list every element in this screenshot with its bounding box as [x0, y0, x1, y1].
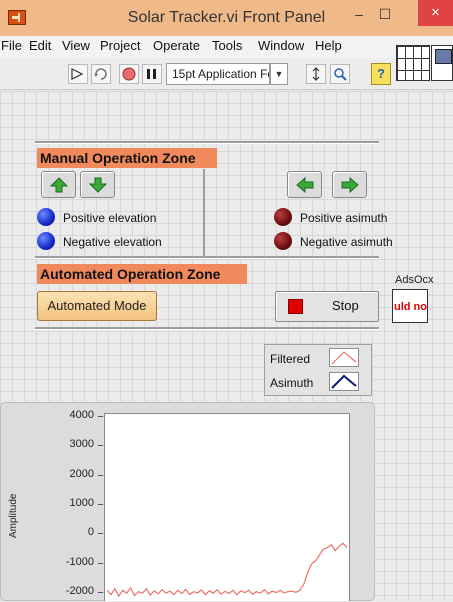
help-icon[interactable]: ?: [371, 63, 391, 85]
connector-pane-icon[interactable]: [396, 45, 430, 81]
stop-button[interactable]: Stop: [275, 291, 379, 322]
y-tick-mark: [98, 533, 103, 535]
positive-elevation-led: [37, 208, 55, 226]
legend-filtered-label: Filtered: [270, 352, 311, 366]
pause-icon[interactable]: [142, 64, 162, 84]
positive-asimuth-label: Positive asimuth: [300, 211, 388, 225]
menu-help[interactable]: Help: [315, 38, 342, 53]
zone-vertical-divider: [203, 169, 205, 257]
azimuth-left-button[interactable]: [287, 171, 322, 198]
menu-window[interactable]: Window: [258, 38, 304, 53]
negative-elevation-led: [37, 232, 55, 250]
divider-top: [35, 141, 379, 144]
series-line-filtered: [106, 542, 348, 598]
legend-asimuth-label: Asimuth: [270, 376, 314, 390]
automated-zone-title: Automated Operation Zone: [37, 264, 247, 284]
y-tick-mark: [98, 504, 103, 506]
text-settings-icon[interactable]: [306, 64, 326, 84]
y-tick-label: 1000: [69, 497, 94, 510]
negative-elevation-label: Negative elevation: [63, 235, 162, 249]
y-tick-mark: [98, 415, 103, 417]
y-tick-label: 2000: [69, 467, 94, 480]
divider-bottom: [35, 327, 379, 330]
y-tick-mark: [98, 592, 103, 594]
adsocx-control[interactable]: uld not: [392, 289, 428, 323]
y-tick-label: -2000: [65, 585, 94, 598]
elevation-down-button[interactable]: [80, 171, 115, 198]
down-arrow-icon: [89, 177, 107, 193]
minimize-button[interactable]: –: [346, 3, 372, 25]
manual-zone-title: Manual Operation Zone: [37, 148, 217, 168]
y-tick-mark: [98, 445, 103, 447]
menu-project[interactable]: Project: [100, 38, 140, 53]
stop-indicator: [288, 299, 303, 314]
menu-tools[interactable]: Tools: [212, 38, 242, 53]
negative-asimuth-label: Negative asimuth: [300, 235, 393, 249]
plot-area[interactable]: [104, 413, 350, 601]
run-arrow-icon[interactable]: [68, 64, 88, 84]
automated-mode-button[interactable]: Automated Mode: [37, 291, 157, 321]
elevation-up-button[interactable]: [41, 171, 76, 198]
left-arrow-icon: [296, 177, 314, 193]
close-button[interactable]: ×: [418, 0, 453, 26]
y-axis-label: Amplitude: [8, 493, 19, 538]
legend-asimuth-swatch[interactable]: [329, 372, 359, 391]
y-tick-mark: [98, 562, 103, 564]
maximize-button[interactable]: ☐: [372, 3, 398, 25]
run-continuously-icon[interactable]: [91, 64, 111, 84]
adsocx-error-text: uld not: [394, 301, 428, 313]
menu-file[interactable]: File: [1, 38, 22, 53]
menu-edit[interactable]: Edit: [29, 38, 51, 53]
vi-icon[interactable]: [431, 45, 453, 81]
adsocx-label: AdsOcx: [395, 274, 434, 286]
chevron-down-icon[interactable]: ▼: [270, 63, 288, 85]
search-icon[interactable]: [330, 64, 350, 84]
y-tick-label: 4000: [69, 408, 94, 421]
y-tick-label: 0: [87, 526, 94, 539]
plot-legend[interactable]: Filtered Asimuth: [264, 344, 372, 396]
menu-view[interactable]: View: [62, 38, 90, 53]
series-filtered: [106, 542, 348, 598]
negative-asimuth-led: [274, 232, 292, 250]
y-tick-label: -1000: [65, 555, 94, 568]
up-arrow-icon: [50, 177, 68, 193]
positive-asimuth-led: [274, 208, 292, 226]
azimuth-right-button[interactable]: [332, 171, 367, 198]
y-tick-mark: [98, 474, 103, 476]
y-tick-label: 3000: [69, 438, 94, 451]
font-selector[interactable]: 15pt Application Font: [166, 63, 270, 85]
right-arrow-icon: [341, 177, 359, 193]
legend-filtered-swatch[interactable]: [329, 348, 359, 367]
positive-elevation-label: Positive elevation: [63, 211, 157, 225]
stop-label: Stop: [332, 298, 359, 313]
divider-middle: [35, 256, 379, 259]
abort-icon[interactable]: [119, 64, 139, 84]
menu-operate[interactable]: Operate: [153, 38, 200, 53]
